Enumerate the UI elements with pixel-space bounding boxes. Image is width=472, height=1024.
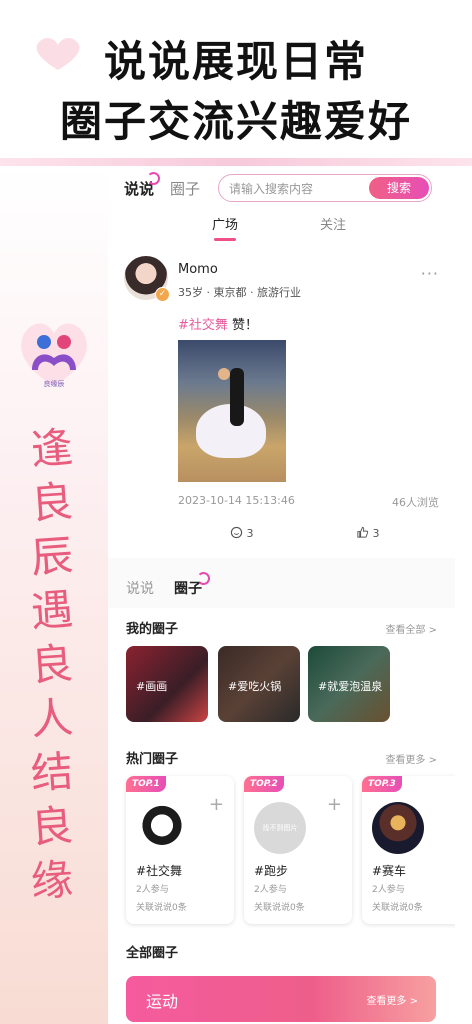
hot-circle-card[interactable]: TOP.3 #赛车 2人参与 关联说说0条 bbox=[362, 776, 455, 924]
post-time: 2023-10-14 15:13:46 bbox=[178, 494, 295, 507]
my-circle-label: #就爱泡温泉 bbox=[318, 680, 383, 693]
post-user-meta: 35岁 · 東京都 · 旅游行业 bbox=[178, 286, 301, 299]
circle-join-count: 2人参与 bbox=[254, 885, 287, 895]
right-margin bbox=[455, 166, 472, 1024]
like-count: 3 bbox=[372, 527, 380, 540]
all-circles-title: 全部圈子 bbox=[126, 946, 179, 961]
my-circle-label: #画画 bbox=[136, 680, 168, 693]
plus-icon[interactable]: + bbox=[327, 794, 342, 815]
my-circles-title: 我的圈子 bbox=[126, 622, 179, 637]
circles-tabs: 说说 圈子 bbox=[108, 558, 455, 608]
dancer-partner bbox=[230, 368, 244, 426]
slogan-char: 结 bbox=[29, 746, 75, 799]
comment-button[interactable]: 3 bbox=[230, 526, 254, 540]
my-circle-card[interactable]: #就爱泡温泉 bbox=[308, 646, 390, 722]
circle-join-count: 2人参与 bbox=[372, 885, 405, 895]
slogan-char: 人 bbox=[29, 692, 75, 745]
tab-following[interactable]: 关注 bbox=[320, 214, 346, 233]
slogan-char: 缘 bbox=[29, 854, 75, 907]
slogan-char: 逢 bbox=[29, 422, 75, 475]
circle-name: #赛车 bbox=[372, 864, 407, 878]
circles-screen: 说说 圈子 我的圈子 查看全部 > #画画 #爱吃火锅 #就爱泡温泉 热门圈子 … bbox=[108, 558, 455, 1024]
tab-plaza[interactable]: 广场 bbox=[212, 214, 238, 241]
more-options-icon[interactable]: ··· bbox=[421, 264, 439, 283]
tab-shuoshuo[interactable]: 说说 bbox=[124, 172, 161, 199]
my-circle-label: #爱吃火锅 bbox=[228, 680, 282, 693]
post-body: 赞！ bbox=[227, 318, 259, 333]
circle-related-count: 关联说说0条 bbox=[372, 903, 423, 913]
rank-badge: TOP.3 bbox=[362, 776, 402, 792]
tab-quanzi[interactable]: 圈子 bbox=[174, 572, 210, 598]
promo-headline-1: 说说展现日常 bbox=[103, 37, 368, 86]
post-views: 46人浏览 bbox=[392, 496, 439, 509]
circle-name: #跑步 bbox=[254, 864, 289, 878]
circle-join-count: 2人参与 bbox=[136, 885, 169, 895]
app-screen: 说说 圈子 搜索 广场 关注 ✓ Momo 35岁 · 東京都 · 旅游行业 ·… bbox=[108, 166, 455, 1024]
slogan-char: 遇 bbox=[29, 584, 75, 637]
category-bar-sports[interactable]: 运动 查看更多 > bbox=[126, 976, 436, 1022]
slogan-char: 良 bbox=[29, 476, 75, 529]
circle-related-count: 关联说说0条 bbox=[136, 903, 187, 913]
circle-image bbox=[136, 802, 188, 854]
search-box: 搜索 bbox=[218, 174, 432, 202]
circle-image-placeholder: 找不到图片 bbox=[254, 802, 306, 854]
rank-badge: TOP.2 bbox=[244, 776, 284, 792]
slogan-char: 良 bbox=[29, 800, 75, 853]
my-circles-view-all[interactable]: 查看全部 > bbox=[385, 621, 437, 636]
circle-name: #社交舞 bbox=[136, 864, 183, 878]
slogan-char: 良 bbox=[29, 638, 75, 691]
promo-banner: 说说展现日常 圈子交流兴趣爱好 bbox=[0, 0, 472, 160]
verified-icon: ✓ bbox=[155, 287, 170, 302]
post-tag[interactable]: #社交舞 bbox=[178, 318, 228, 333]
comment-icon bbox=[230, 526, 243, 539]
category-view-more[interactable]: 查看更多 > bbox=[366, 992, 418, 1007]
hot-circles-title: 热门圈子 bbox=[126, 752, 179, 767]
rank-badge: TOP.1 bbox=[126, 776, 166, 792]
my-circle-card[interactable]: #画画 bbox=[126, 646, 208, 722]
search-input[interactable] bbox=[227, 179, 361, 199]
promo-headline-2: 圈子交流兴趣爱好 bbox=[59, 97, 412, 146]
sub-tabs: 广场 关注 bbox=[108, 210, 455, 241]
app-logo: 良缘辰 bbox=[21, 323, 87, 388]
like-button[interactable]: 3 bbox=[356, 526, 380, 540]
post-card: ✓ Momo 35岁 · 東京都 · 旅游行业 ··· #社交舞 赞！ 2023… bbox=[108, 246, 455, 546]
circle-related-count: 关联说说0条 bbox=[254, 903, 305, 913]
logo-text: 良缘辰 bbox=[44, 379, 65, 388]
search-button[interactable]: 搜索 bbox=[369, 177, 429, 199]
banner-divider bbox=[0, 158, 472, 166]
tab-shuoshuo[interactable]: 说说 bbox=[126, 578, 154, 598]
hot-circle-card[interactable]: TOP.2 + 找不到图片 #跑步 2人参与 关联说说0条 bbox=[244, 776, 352, 924]
comment-count: 3 bbox=[246, 527, 254, 540]
post-username[interactable]: Momo bbox=[178, 262, 218, 277]
post-photo[interactable] bbox=[178, 340, 286, 482]
hot-circles-view-more[interactable]: 查看更多 > bbox=[385, 751, 437, 766]
thumbs-up-icon bbox=[357, 526, 369, 538]
top-bar: 说说 圈子 搜索 bbox=[108, 166, 455, 210]
vertical-slogan: 逢 良 辰 遇 良 人 结 良 缘 bbox=[22, 422, 82, 908]
post-text: #社交舞 赞！ bbox=[178, 314, 258, 333]
slogan-char: 辰 bbox=[29, 530, 75, 583]
my-circle-card[interactable]: #爱吃火锅 bbox=[218, 646, 300, 722]
plus-icon[interactable]: + bbox=[209, 794, 224, 815]
dancer-head bbox=[218, 368, 230, 380]
category-label: 运动 bbox=[146, 992, 179, 1011]
hot-circle-card[interactable]: TOP.1 + #社交舞 2人参与 关联说说0条 bbox=[126, 776, 234, 924]
circle-image bbox=[372, 802, 424, 854]
tab-quanzi[interactable]: 圈子 bbox=[170, 178, 200, 199]
